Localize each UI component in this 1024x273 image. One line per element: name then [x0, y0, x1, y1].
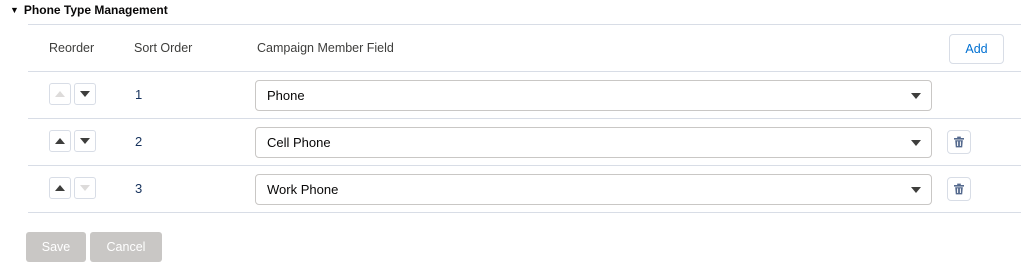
phone-type-table: Reorder Sort Order Campaign Member Field… [28, 24, 1021, 213]
caret-down-icon: ▼ [10, 4, 19, 15]
table-row: 2 Cell Phone [28, 119, 1021, 166]
header-reorder: Reorder [49, 41, 95, 55]
delete-row-button[interactable] [947, 130, 971, 154]
arrow-down-icon [80, 185, 90, 191]
add-button[interactable]: Add [949, 34, 1004, 64]
reorder-controls [49, 130, 96, 152]
chevron-down-icon [911, 140, 921, 146]
move-up-button[interactable] [49, 130, 71, 152]
delete-row-button[interactable] [947, 177, 971, 201]
reorder-controls [49, 83, 96, 105]
select-value: Phone [267, 88, 305, 103]
move-up-button[interactable] [49, 177, 71, 199]
table-header-row: Reorder Sort Order Campaign Member Field… [28, 24, 1021, 72]
move-up-button [49, 83, 71, 105]
chevron-down-icon [911, 93, 921, 99]
sort-order-value: 2 [135, 134, 143, 149]
campaign-member-field-select[interactable]: Work Phone [255, 174, 932, 205]
arrow-up-icon [55, 91, 65, 97]
move-down-button [74, 177, 96, 199]
arrow-down-icon [80, 138, 90, 144]
campaign-member-field-select[interactable]: Phone [255, 80, 932, 111]
sort-order-value: 1 [135, 87, 143, 102]
arrow-up-icon [55, 138, 65, 144]
form-actions: Save Cancel [26, 232, 162, 262]
header-sort-order: Sort Order [134, 41, 193, 55]
cancel-button[interactable]: Cancel [90, 232, 162, 262]
select-value: Work Phone [267, 182, 339, 197]
move-down-button[interactable] [74, 130, 96, 152]
reorder-controls [49, 177, 96, 199]
arrow-up-icon [55, 185, 65, 191]
trash-icon [954, 136, 964, 148]
table-row: 3 Work Phone [28, 166, 1021, 213]
select-value: Cell Phone [267, 135, 331, 150]
trash-icon [954, 183, 964, 195]
campaign-member-field-select[interactable]: Cell Phone [255, 127, 932, 158]
save-button[interactable]: Save [26, 232, 86, 262]
sort-order-value: 3 [135, 181, 143, 196]
section-title: Phone Type Management [23, 3, 168, 17]
section-toggle[interactable]: ▼ Phone Type Management [10, 2, 168, 18]
chevron-down-icon [911, 187, 921, 193]
arrow-down-icon [80, 91, 90, 97]
header-campaign-member-field: Campaign Member Field [257, 41, 394, 55]
table-row: 1 Phone [28, 72, 1021, 119]
move-down-button[interactable] [74, 83, 96, 105]
